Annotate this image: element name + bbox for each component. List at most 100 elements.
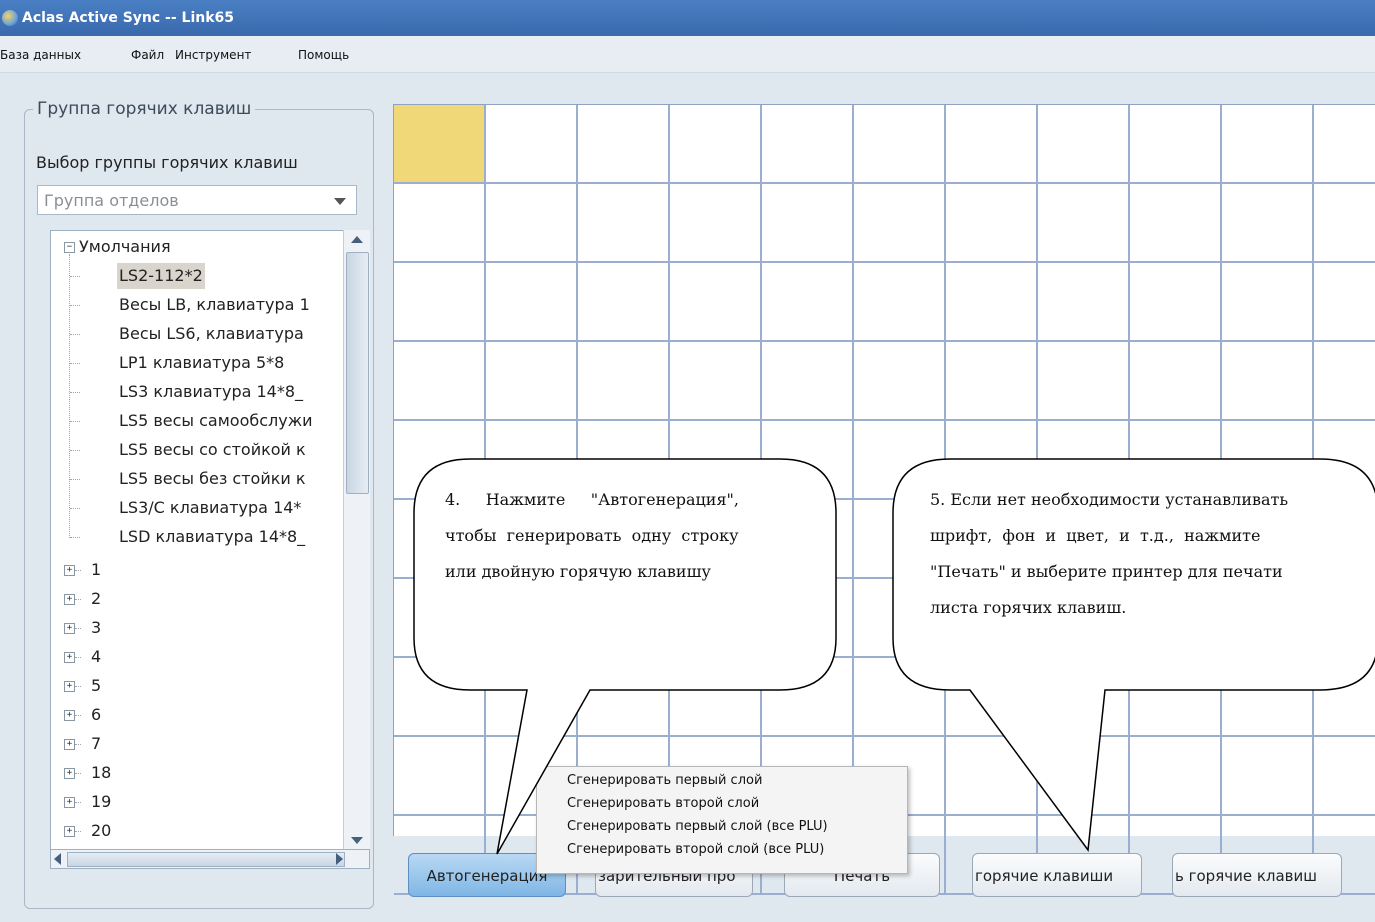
- menu-file[interactable]: Файл: [131, 48, 164, 62]
- hotkey-cell[interactable]: [486, 658, 578, 737]
- hotkey-cell[interactable]: [1222, 105, 1314, 184]
- hotkey-cell[interactable]: [1314, 658, 1375, 737]
- hotkey-cell[interactable]: [946, 737, 1038, 816]
- hotkey-cell[interactable]: [1222, 263, 1314, 342]
- expand-icon[interactable]: +: [64, 565, 75, 576]
- hotkey-cell[interactable]: [1038, 737, 1130, 816]
- scroll-thumb[interactable]: [346, 252, 369, 494]
- hotkey-cell[interactable]: [1130, 658, 1222, 737]
- tree-group-item[interactable]: 7: [91, 731, 101, 757]
- hotkey-cell[interactable]: [946, 184, 1038, 263]
- tree-group-item[interactable]: 5: [91, 673, 101, 699]
- tree-item[interactable]: LS3 клавиатура 14*8_: [117, 379, 305, 405]
- hotkey-cell[interactable]: [1130, 342, 1222, 421]
- tree-group-item[interactable]: 18: [91, 760, 111, 786]
- hotkey-cell[interactable]: [762, 105, 854, 184]
- expand-icon[interactable]: +: [64, 652, 75, 663]
- expand-icon[interactable]: +: [64, 797, 75, 808]
- hotkey-cell[interactable]: [394, 342, 486, 421]
- tree-item[interactable]: Весы LS6, клавиатура: [117, 321, 306, 347]
- collapse-icon[interactable]: −: [64, 242, 75, 253]
- hotkey-cell[interactable]: [394, 263, 486, 342]
- hotkey-cell[interactable]: [762, 342, 854, 421]
- menu-help[interactable]: Помощь: [298, 48, 349, 62]
- scroll-left-icon[interactable]: [54, 853, 61, 865]
- hotkeys-button-1[interactable]: горячие клавиши: [972, 853, 1142, 897]
- tree-item[interactable]: LSD клавиатура 14*8_: [117, 524, 307, 550]
- expand-icon[interactable]: +: [64, 768, 75, 779]
- tree-vertical-scrollbar[interactable]: [343, 230, 370, 850]
- expand-icon[interactable]: +: [64, 594, 75, 605]
- tree-group-item[interactable]: 3: [91, 615, 101, 641]
- hotkey-cell[interactable]: [578, 105, 670, 184]
- hotkey-cell[interactable]: [762, 658, 854, 737]
- hotkey-cell[interactable]: [1038, 658, 1130, 737]
- group-combo[interactable]: Группа отделов: [37, 185, 357, 215]
- menu-item-gen-layer2[interactable]: Сгенерировать второй слой: [567, 796, 759, 811]
- hotkey-cell[interactable]: [854, 658, 946, 737]
- hotkey-cell[interactable]: [1038, 342, 1130, 421]
- hotkey-cell[interactable]: [394, 184, 486, 263]
- tree-item[interactable]: LS5 весы со стойкой к: [117, 437, 308, 463]
- tree-group-item[interactable]: 1: [91, 557, 101, 583]
- hotkey-cell[interactable]: [762, 579, 854, 658]
- menu-item-gen-layer1-all[interactable]: Сгенерировать первый слой (все PLU): [567, 819, 828, 834]
- hotkey-cell[interactable]: [946, 263, 1038, 342]
- tree-item[interactable]: LS3/C клавиатура 14*: [117, 495, 303, 521]
- expand-icon[interactable]: +: [64, 681, 75, 692]
- hotkey-cell[interactable]: [1130, 105, 1222, 184]
- hotkey-cell[interactable]: [578, 342, 670, 421]
- hotkey-cell[interactable]: [946, 105, 1038, 184]
- hotkey-cell[interactable]: [1038, 263, 1130, 342]
- hotkey-tree[interactable]: − Умолчания LS2-112*2 Весы LB, клавиатура 1…: [50, 230, 370, 850]
- hotkey-cell[interactable]: [1038, 105, 1130, 184]
- tree-group-item[interactable]: 6: [91, 702, 101, 728]
- hotkey-cell[interactable]: [854, 342, 946, 421]
- tree-horizontal-scrollbar[interactable]: [50, 849, 370, 869]
- hotkey-cell[interactable]: [1314, 105, 1375, 184]
- tree-item[interactable]: LS5 весы без стойки к: [117, 466, 308, 492]
- hotkey-cell[interactable]: [578, 263, 670, 342]
- hotkey-cell[interactable]: [394, 105, 486, 184]
- hotkey-cell[interactable]: [670, 658, 762, 737]
- hotkey-cell[interactable]: [854, 263, 946, 342]
- hotkey-cell[interactable]: [1222, 658, 1314, 737]
- tree-item[interactable]: LS5 весы самообслужи: [117, 408, 315, 434]
- tree-item[interactable]: LS2-112*2: [117, 263, 205, 289]
- hotkey-cell[interactable]: [946, 342, 1038, 421]
- hotkey-cell[interactable]: [394, 579, 486, 658]
- tree-group-item[interactable]: 4: [91, 644, 101, 670]
- hotkey-cell[interactable]: [1314, 342, 1375, 421]
- hotkey-cell[interactable]: [394, 737, 486, 816]
- scroll-up-icon[interactable]: [351, 236, 363, 243]
- hotkey-cell[interactable]: [486, 263, 578, 342]
- hotkey-cell[interactable]: [1130, 737, 1222, 816]
- hotkey-cell[interactable]: [670, 263, 762, 342]
- tree-group-item[interactable]: 2: [91, 586, 101, 612]
- hotkey-cell[interactable]: [1314, 737, 1375, 816]
- expand-icon[interactable]: +: [64, 710, 75, 721]
- tree-item[interactable]: LP1 клавиатура 5*8: [117, 350, 286, 376]
- hotkey-cell[interactable]: [486, 342, 578, 421]
- expand-icon[interactable]: +: [64, 739, 75, 750]
- tree-group-item[interactable]: 20: [91, 818, 111, 844]
- hotkey-cell[interactable]: [486, 579, 578, 658]
- hotkey-cell[interactable]: [1314, 263, 1375, 342]
- expand-icon[interactable]: +: [64, 623, 75, 634]
- hotkey-cell[interactable]: [670, 579, 762, 658]
- menu-tool[interactable]: Инструмент: [175, 48, 251, 62]
- hotkeys-button-2[interactable]: ь горячие клавиш: [1172, 853, 1342, 897]
- hotkey-cell[interactable]: [1130, 263, 1222, 342]
- hotkey-cell[interactable]: [578, 658, 670, 737]
- scroll-right-icon[interactable]: [336, 853, 343, 865]
- hotkey-cell[interactable]: [762, 184, 854, 263]
- menu-item-gen-layer1[interactable]: Сгенерировать первый слой: [567, 773, 762, 788]
- hotkey-cell[interactable]: [854, 105, 946, 184]
- tree-root[interactable]: Умолчания: [79, 234, 171, 260]
- tree-group-item[interactable]: 19: [91, 789, 111, 815]
- hotkey-grid[interactable]: [393, 104, 1375, 895]
- menu-database[interactable]: База данных: [0, 48, 81, 62]
- hotkey-cell[interactable]: [486, 184, 578, 263]
- hotkey-cell[interactable]: [1222, 737, 1314, 816]
- hotkey-cell[interactable]: [854, 184, 946, 263]
